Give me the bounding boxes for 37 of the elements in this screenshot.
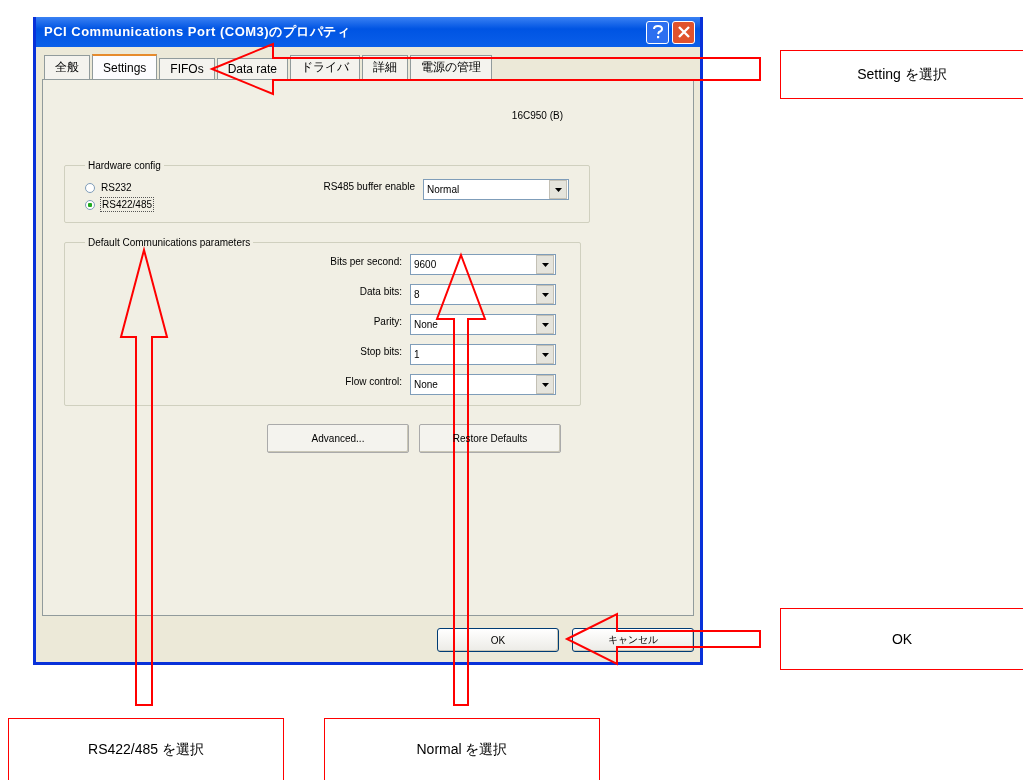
group-title: Hardware config [87,160,162,171]
field-label: Stop bits: [359,345,402,357]
help-button[interactable] [646,20,669,44]
tab[interactable]: Settings [92,54,158,79]
dropdown[interactable]: 8 [410,284,556,305]
tab[interactable]: 全般 [44,55,90,79]
group-title: Default Communications parameters [87,237,252,248]
dialog-button[interactable]: OK [437,628,559,652]
tab[interactable]: Data rate [216,58,289,79]
dropdown[interactable]: Normal [423,179,569,200]
tab[interactable]: FIFOs [159,58,215,79]
tab[interactable]: 詳細 [362,55,409,79]
close-button[interactable] [672,20,695,44]
field-label: Parity: [372,315,402,327]
field-label: Bits per second: [330,255,402,267]
dialog-button[interactable]: Advanced... [267,424,409,453]
chip-label: 16C950 (B) [511,110,563,123]
help-icon [651,25,664,39]
window-title: PCI Communications Port (COM3)のプロパティ [44,23,352,41]
field-label: Data bits: [358,285,402,297]
radio-label: RS422/485 [100,197,155,212]
callout-box: OK [780,608,1023,670]
tab[interactable]: 電源の管理 [410,55,493,79]
dropdown[interactable]: None [410,314,556,335]
radio-button[interactable] [85,199,95,210]
dropdown[interactable]: 1 [410,344,556,365]
close-icon [677,26,690,38]
callout-box: Setting を選択 [780,50,1023,99]
radio-button[interactable] [85,182,95,193]
callout-box: RS422/485 を選択 [8,718,284,780]
callout-box: Normal を選択 [324,718,600,780]
field-label: RS485 buffer enable [322,180,416,192]
tab[interactable]: ドライバ [290,55,361,79]
dropdown[interactable]: None [410,374,556,395]
dropdown[interactable]: 9600 [410,254,556,275]
radio-label: RS232 [100,181,133,194]
field-label: Flow control: [344,375,402,387]
